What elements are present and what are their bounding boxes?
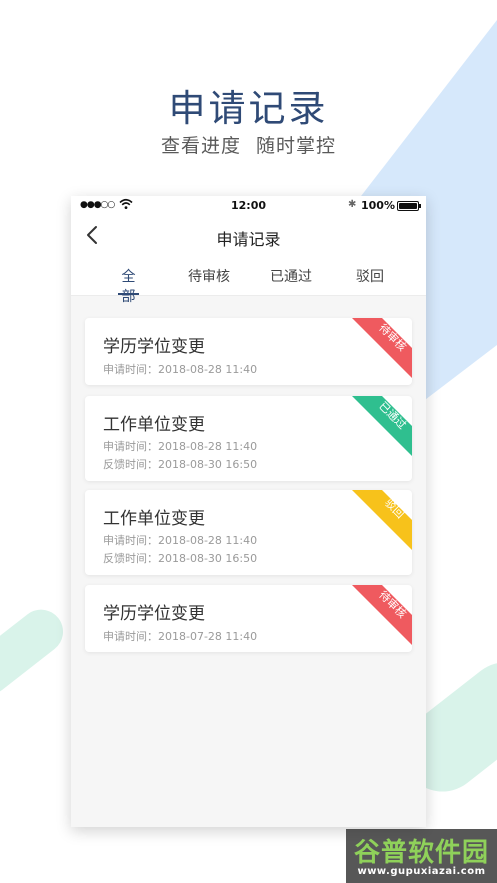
battery-percent: 100%: [361, 199, 395, 212]
page-subtitle: 查看进度 随时掌控: [160, 135, 337, 157]
record-feedback-time: 反馈时间：2018-08-30 16:50: [103, 552, 258, 565]
status-badge: 已通过: [352, 396, 412, 456]
nav-bar: 申请记录: [71, 216, 426, 256]
record-card[interactable]: 工作单位变更 申请时间：2018-08-28 11:40 反馈时间：2018-0…: [85, 490, 412, 575]
record-title: 学历学位变更: [103, 604, 205, 624]
nav-title: 申请记录: [216, 230, 281, 249]
status-badge: 待审核: [352, 318, 412, 378]
status-badge: 待审核: [352, 585, 412, 645]
watermark: 谷普软件园 www.gupuxiazai.com: [346, 829, 497, 883]
tab-bar: 全部 待审核 已通过 驳回: [71, 258, 426, 305]
status-badge: 驳回: [352, 490, 412, 550]
tab-active-indicator: [118, 293, 139, 295]
tab-approved[interactable]: 已通过: [269, 266, 313, 286]
record-apply-time: 申请时间：2018-07-28 11:40: [103, 630, 258, 643]
record-apply-time: 申请时间：2018-08-28 11:40: [103, 440, 258, 453]
phone-header: ●●●○○ 12:00 ✱ 100% 申请记录 全部 待审核 已通过 驳回: [71, 196, 426, 305]
record-apply-time: 申请时间：2018-08-28 11:40: [103, 363, 258, 376]
status-bar: ●●●○○ 12:00 ✱ 100%: [71, 196, 426, 216]
record-title: 工作单位变更: [103, 509, 205, 529]
tab-all[interactable]: 全部: [115, 266, 142, 306]
background-green-pill-left: [0, 609, 64, 695]
page-title: 申请记录: [168, 87, 329, 130]
tab-rejected[interactable]: 驳回: [356, 266, 384, 286]
watermark-url: www.gupuxiazai.com: [357, 866, 486, 877]
battery-level: [399, 203, 417, 209]
record-apply-time: 申请时间：2018-08-28 11:40: [103, 534, 258, 547]
bluetooth-icon: ✱: [348, 199, 357, 210]
watermark-title: 谷普软件园: [353, 838, 489, 868]
record-card[interactable]: 学历学位变更 申请时间：2018-08-28 11:40 待审核: [85, 318, 412, 385]
record-title: 学历学位变更: [103, 337, 205, 357]
tab-pending[interactable]: 待审核: [187, 266, 231, 286]
record-card[interactable]: 工作单位变更 申请时间：2018-08-28 11:40 反馈时间：2018-0…: [85, 396, 412, 481]
record-title: 工作单位变更: [103, 415, 205, 435]
battery-icon: [397, 201, 421, 211]
phone-mockup: ●●●○○ 12:00 ✱ 100% 申请记录 全部 待审核 已通过 驳回 学历…: [71, 196, 426, 827]
record-card[interactable]: 学历学位变更 申请时间：2018-07-28 11:40 待审核: [85, 585, 412, 652]
record-feedback-time: 反馈时间：2018-08-30 16:50: [103, 458, 258, 471]
